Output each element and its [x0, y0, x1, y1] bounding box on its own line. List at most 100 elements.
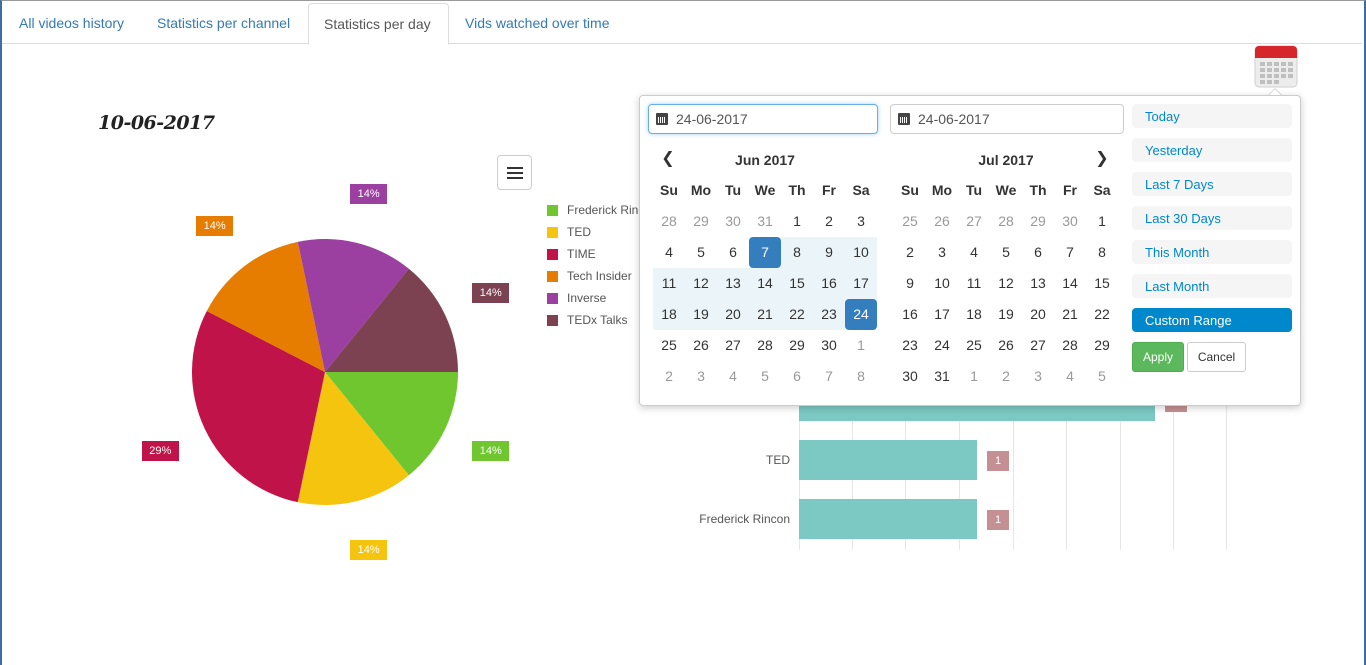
calendar-day[interactable]: 4 — [717, 361, 749, 392]
calendar-day[interactable]: 28 — [990, 206, 1022, 237]
calendar-day[interactable]: 28 — [749, 330, 781, 361]
range-option-custom-range[interactable]: Custom Range — [1132, 308, 1292, 332]
calendar-day[interactable]: 16 — [813, 268, 845, 299]
calendar-day[interactable]: 1 — [1086, 206, 1118, 237]
calendar-day[interactable]: 7 — [813, 361, 845, 392]
calendar-day[interactable]: 25 — [653, 330, 685, 361]
calendar-day[interactable]: 3 — [926, 237, 958, 268]
calendar-day[interactable]: 13 — [1022, 268, 1054, 299]
calendar-day[interactable]: 30 — [813, 330, 845, 361]
calendar-day[interactable]: 11 — [958, 268, 990, 299]
calendar-day[interactable]: 30 — [1054, 206, 1086, 237]
calendar-day[interactable]: 17 — [926, 299, 958, 330]
range-option-last-month[interactable]: Last Month — [1132, 274, 1292, 298]
calendar-day[interactable]: 6 — [1022, 237, 1054, 268]
calendar-day[interactable]: 8 — [781, 237, 813, 268]
calendar-day[interactable]: 6 — [781, 361, 813, 392]
calendar-day[interactable]: 1 — [781, 206, 813, 237]
range-option-last-7-days[interactable]: Last 7 Days — [1132, 172, 1292, 196]
calendar-day[interactable]: 17 — [845, 268, 877, 299]
calendar-day[interactable]: 28 — [653, 206, 685, 237]
calendar-day[interactable]: 26 — [990, 330, 1022, 361]
chevron-right-icon[interactable]: ❯ — [1092, 149, 1112, 169]
cancel-button[interactable]: Cancel — [1187, 342, 1246, 372]
calendar-day[interactable]: 15 — [1086, 268, 1118, 299]
apply-button[interactable]: Apply — [1132, 342, 1184, 372]
calendar-day[interactable]: 24 — [926, 330, 958, 361]
calendar-day[interactable]: 14 — [749, 268, 781, 299]
calendar-day[interactable]: 10 — [926, 268, 958, 299]
calendar-day[interactable]: 2 — [653, 361, 685, 392]
calendar-day[interactable]: 3 — [1022, 361, 1054, 392]
calendar-day[interactable]: 8 — [845, 361, 877, 392]
calendar-day[interactable]: 16 — [894, 299, 926, 330]
calendar-day[interactable]: 3 — [685, 361, 717, 392]
calendar-day[interactable]: 31 — [749, 206, 781, 237]
calendar-day[interactable]: 29 — [685, 206, 717, 237]
tab-statistics-per-day[interactable]: Statistics per day — [308, 3, 449, 45]
calendar-day[interactable]: 5 — [1086, 361, 1118, 392]
calendar-day[interactable]: 22 — [781, 299, 813, 330]
calendar-day[interactable]: 20 — [1022, 299, 1054, 330]
calendar-day[interactable]: 2 — [813, 206, 845, 237]
calendar-icon[interactable] — [1254, 43, 1298, 89]
calendar-day[interactable]: 29 — [781, 330, 813, 361]
calendar-day[interactable]: 21 — [749, 299, 781, 330]
calendar-day[interactable]: 2 — [894, 237, 926, 268]
tab-statistics-per-channel[interactable]: Statistics per channel — [142, 3, 305, 45]
calendar-day[interactable]: 22 — [1086, 299, 1118, 330]
calendar-day[interactable]: 23 — [894, 330, 926, 361]
range-option-today[interactable]: Today — [1132, 104, 1292, 128]
calendar-day[interactable]: 24 — [845, 299, 877, 330]
calendar-day[interactable]: 23 — [813, 299, 845, 330]
calendar-day[interactable]: 5 — [749, 361, 781, 392]
calendar-day[interactable]: 13 — [717, 268, 749, 299]
calendar-day[interactable]: 25 — [958, 330, 990, 361]
calendar-day[interactable]: 10 — [845, 237, 877, 268]
calendar-day[interactable]: 20 — [717, 299, 749, 330]
calendar-day[interactable]: 4 — [1054, 361, 1086, 392]
calendar-day[interactable]: 3 — [845, 206, 877, 237]
calendar-day[interactable]: 30 — [717, 206, 749, 237]
calendar-day[interactable]: 19 — [990, 299, 1022, 330]
calendar-day[interactable]: 28 — [1054, 330, 1086, 361]
calendar-day[interactable]: 11 — [653, 268, 685, 299]
calendar-day[interactable]: 25 — [894, 206, 926, 237]
calendar-day[interactable]: 18 — [958, 299, 990, 330]
chart-menu-button[interactable] — [497, 155, 532, 190]
calendar-day[interactable]: 29 — [1086, 330, 1118, 361]
calendar-day[interactable]: 15 — [781, 268, 813, 299]
tab-all-videos-history[interactable]: All videos history — [4, 3, 139, 45]
calendar-day[interactable]: 7 — [749, 237, 781, 268]
calendar-day[interactable]: 26 — [926, 206, 958, 237]
calendar-day[interactable]: 26 — [685, 330, 717, 361]
calendar-day[interactable]: 9 — [813, 237, 845, 268]
calendar-day[interactable]: 18 — [653, 299, 685, 330]
calendar-day[interactable]: 1 — [958, 361, 990, 392]
range-option-yesterday[interactable]: Yesterday — [1132, 138, 1292, 162]
chevron-left-icon[interactable]: ❮ — [658, 149, 678, 169]
tab-vids-watched-over-time[interactable]: Vids watched over time — [450, 3, 624, 45]
calendar-day[interactable]: 21 — [1054, 299, 1086, 330]
range-option-last-30-days[interactable]: Last 30 Days — [1132, 206, 1292, 230]
end-date-input[interactable]: 24-06-2017 — [890, 104, 1124, 134]
calendar-day[interactable]: 5 — [685, 237, 717, 268]
calendar-day[interactable]: 2 — [990, 361, 1022, 392]
calendar-day[interactable]: 6 — [717, 237, 749, 268]
calendar-day[interactable]: 30 — [894, 361, 926, 392]
calendar-day[interactable]: 29 — [1022, 206, 1054, 237]
calendar-day[interactable]: 8 — [1086, 237, 1118, 268]
calendar-day[interactable]: 27 — [717, 330, 749, 361]
calendar-day[interactable]: 4 — [958, 237, 990, 268]
calendar-day[interactable]: 12 — [990, 268, 1022, 299]
range-option-this-month[interactable]: This Month — [1132, 240, 1292, 264]
calendar-day[interactable]: 5 — [990, 237, 1022, 268]
calendar-day[interactable]: 1 — [845, 330, 877, 361]
calendar-day[interactable]: 12 — [685, 268, 717, 299]
calendar-day[interactable]: 9 — [894, 268, 926, 299]
calendar-day[interactable]: 19 — [685, 299, 717, 330]
start-date-input[interactable]: 24-06-2017 — [648, 104, 878, 134]
calendar-day[interactable]: 27 — [1022, 330, 1054, 361]
calendar-day[interactable]: 7 — [1054, 237, 1086, 268]
calendar-day[interactable]: 4 — [653, 237, 685, 268]
